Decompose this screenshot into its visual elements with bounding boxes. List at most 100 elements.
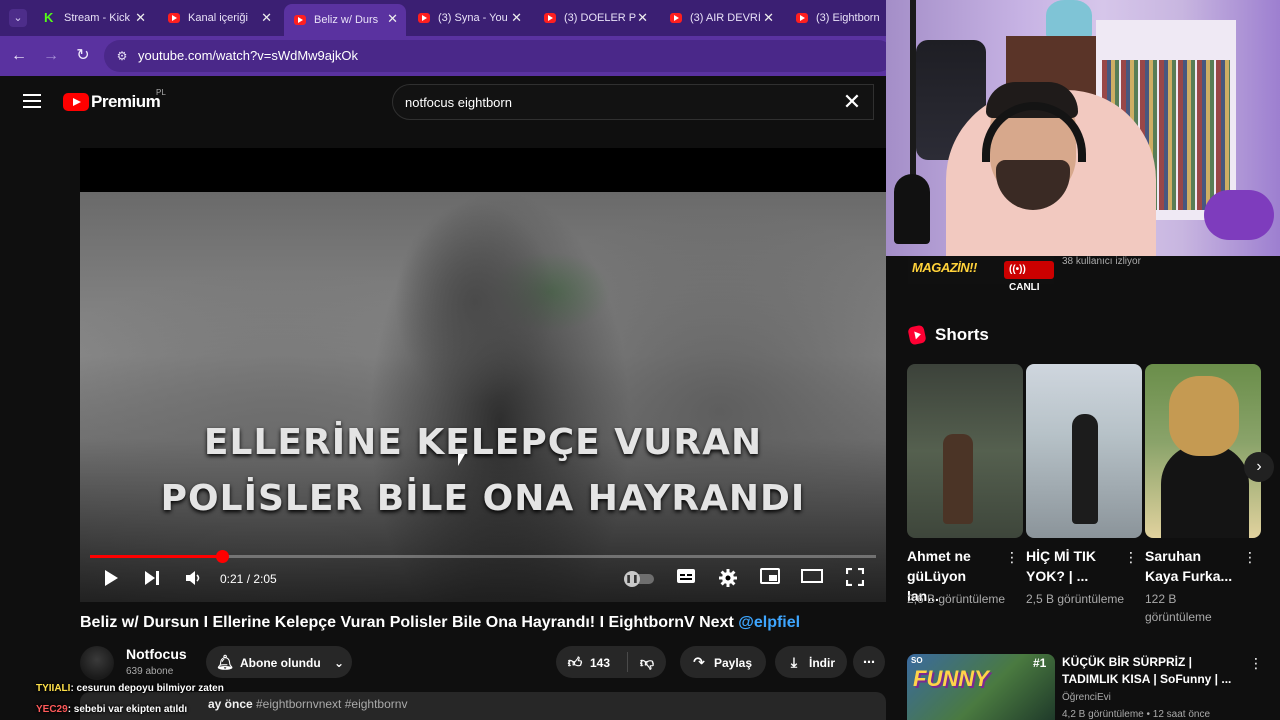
browser-tab[interactable]: (3) AIR DEVRİ ✕ — [660, 4, 782, 32]
tab-search-dropdown-icon[interactable]: ⌄ — [9, 9, 27, 27]
more-vertical-icon[interactable]: ⋮ — [1005, 550, 1019, 564]
video-frame[interactable] — [80, 192, 886, 602]
video-thumbnail[interactable]: SO FUNNY #1 — [907, 654, 1055, 720]
site-info-icon[interactable]: ⚙ — [114, 48, 130, 64]
play-icon[interactable] — [101, 568, 121, 590]
download-button[interactable]: ⤓ İndir — [775, 646, 847, 678]
youtube-logo-icon[interactable] — [63, 93, 89, 111]
share-button[interactable]: ↷ Paylaş — [680, 646, 766, 678]
browser-tab[interactable]: (3) DOELER P ✕ — [534, 4, 656, 32]
next-video-icon[interactable] — [142, 568, 162, 590]
subtitles-icon[interactable] — [675, 568, 697, 590]
close-icon[interactable]: ✕ — [637, 4, 648, 32]
address-bar[interactable]: ⚙ youtube.com/watch?v=sWdMw9ajkOk — [104, 40, 894, 72]
tab-title: Kanal içeriği — [188, 12, 248, 24]
youtube-icon — [796, 13, 808, 23]
more-vertical-icon[interactable]: ⋮ — [1249, 656, 1263, 670]
video-caption-line-2: POLİSLER BİLE ONA HAYRANDI — [160, 478, 806, 519]
browser-tab[interactable]: Kanal içeriği ✕ — [158, 4, 280, 32]
youtube-icon — [418, 13, 430, 23]
close-icon[interactable]: ✕ — [387, 4, 398, 34]
back-arrow-icon[interactable]: ← — [9, 46, 29, 66]
short-card[interactable]: Saruhan Kaya Furka... 122 B görüntüleme … — [1145, 364, 1261, 624]
forward-arrow-icon[interactable]: → — [41, 46, 61, 66]
browser-tab[interactable]: K Stream - Kick ✕ — [34, 4, 154, 32]
short-views: 2,5 B görüntüleme — [1026, 592, 1125, 606]
chat-text: : sebebi var ekipten atıldı — [67, 704, 188, 715]
video-player[interactable]: ELLERİNE KELEPÇE VURAN POLİSLER BİLE ONA… — [80, 148, 886, 602]
fullscreen-icon[interactable] — [844, 567, 866, 590]
url-text: youtube.com/watch?v=sWdMw9ajkOk — [138, 48, 359, 63]
browser-tab[interactable]: (3) Syna - You ✕ — [408, 4, 530, 32]
close-icon[interactable]: ✕ — [135, 4, 146, 32]
chat-text: : cesurun depoyu bilmiyor zaten — [70, 683, 224, 694]
channel-avatar[interactable] — [80, 646, 114, 680]
reload-icon[interactable]: ↻ — [73, 46, 93, 66]
short-thumbnail[interactable] — [1145, 364, 1261, 538]
tab-title: (3) DOELER P — [564, 12, 637, 24]
youtube-icon — [670, 13, 682, 23]
short-views: 122 B görüntüleme — [1145, 592, 1212, 624]
short-card[interactable]: HİÇ Mİ TIK YOK? | ... 2,5 B görüntüleme … — [1026, 364, 1142, 606]
chevron-right-icon[interactable]: › — [1244, 452, 1274, 482]
short-views: 2,6 B görüntüleme — [907, 592, 1006, 606]
progress-bar[interactable] — [90, 550, 876, 563]
browser-tab[interactable]: (3) Eightborn — [786, 4, 886, 32]
short-thumbnail[interactable] — [907, 364, 1023, 538]
recommended-video[interactable]: SO FUNNY #1 KÜÇÜK BİR SÜRPRİZ | TADIMLIK… — [907, 654, 1280, 720]
download-label: İndir — [809, 656, 835, 670]
close-icon[interactable]: ✕ — [511, 4, 522, 32]
short-card[interactable]: Ahmet ne güLüyon lan... 2,6 B görüntülem… — [907, 364, 1023, 606]
microphone-icon — [894, 174, 930, 244]
shorts-section-title: Shorts — [935, 325, 989, 344]
more-vertical-icon[interactable]: ⋮ — [1243, 550, 1257, 564]
thumbnail-word: FUNNY — [913, 666, 989, 691]
like-button[interactable]: 👍︎ 143 — [566, 654, 610, 670]
thumbs-down-icon: 👎︎ — [639, 654, 655, 670]
progress-fill — [90, 555, 223, 558]
miniplayer-icon[interactable] — [759, 568, 781, 590]
description-hashtags[interactable]: #eightbornvnext #eightbornv — [256, 697, 407, 711]
recommended-title[interactable]: KÜÇÜK BİR SÜRPRİZ | TADIMLIK KISA | SoFu… — [1062, 654, 1237, 688]
close-icon[interactable]: ✕ — [763, 4, 774, 32]
thumbs-up-icon: 👍︎ — [567, 654, 583, 670]
scrubber-handle[interactable] — [216, 550, 230, 563]
browser-toolbar: ← → ↻ ⚙ youtube.com/watch?v=sWdMw9ajkOk — [0, 36, 894, 76]
search-input[interactable]: notfocus eightborn ✕ — [392, 84, 874, 120]
short-thumbnail[interactable] — [1026, 364, 1142, 538]
tab-title: (3) Syna - You — [438, 12, 508, 24]
settings-gear-icon[interactable] — [717, 568, 739, 590]
short-title[interactable]: HİÇ Mİ TIK YOK? | ... — [1026, 546, 1118, 586]
subscribe-label: Abone olundu — [240, 656, 321, 670]
youtube-premium-wordmark[interactable]: Premium — [91, 92, 161, 112]
clear-search-icon[interactable]: ✕ — [839, 89, 865, 115]
tab-title: (3) Eightborn — [816, 12, 880, 24]
share-arrow-icon: ↷ — [693, 654, 705, 670]
dislike-button[interactable]: 👎︎ — [638, 646, 662, 679]
subscriber-count: 639 abone — [126, 666, 174, 677]
tab-title: Beliz w/ Durs — [314, 14, 379, 26]
subscribe-button[interactable]: 🔔︎ Abone olundu ⌄ — [206, 646, 352, 678]
mention-link[interactable]: @elpfiel — [738, 614, 800, 631]
close-icon[interactable]: ✕ — [261, 4, 272, 32]
tab-title: Stream - Kick — [64, 12, 131, 24]
autoplay-toggle[interactable]: ❚❚ — [624, 571, 654, 587]
recommended-channel[interactable]: ÖğrenciEvi — [1062, 692, 1111, 703]
upload-time: ay önce — [208, 697, 253, 711]
youtube-icon — [168, 13, 180, 23]
browser-tab-strip: ⌄ K Stream - Kick ✕ Kanal içeriği ✕ Beli… — [0, 0, 886, 36]
bell-icon: 🔔︎ — [216, 654, 234, 670]
theater-mode-icon[interactable] — [801, 568, 823, 590]
volume-icon[interactable] — [183, 568, 203, 590]
more-actions-button[interactable]: ⋯ — [853, 646, 885, 678]
description-box[interactable]: ay önce #eightbornvnext #eightbornv — [80, 692, 886, 720]
youtube-header: Premium PL notfocus eightborn ✕ — [0, 76, 886, 128]
channel-name[interactable]: Notfocus — [126, 646, 187, 662]
hamburger-menu-icon[interactable] — [23, 94, 41, 108]
thumbnail-rank: #1 — [1033, 656, 1047, 670]
more-vertical-icon[interactable]: ⋮ — [1124, 550, 1138, 564]
browser-tab-active[interactable]: Beliz w/ Durs ✕ — [284, 4, 406, 36]
live-stream-banner[interactable]: MAGAZİN!! ((•)) CANLI — [908, 256, 1054, 293]
short-title[interactable]: Saruhan Kaya Furka... — [1145, 546, 1237, 586]
live-badge: ((•)) CANLI — [1004, 261, 1054, 293]
